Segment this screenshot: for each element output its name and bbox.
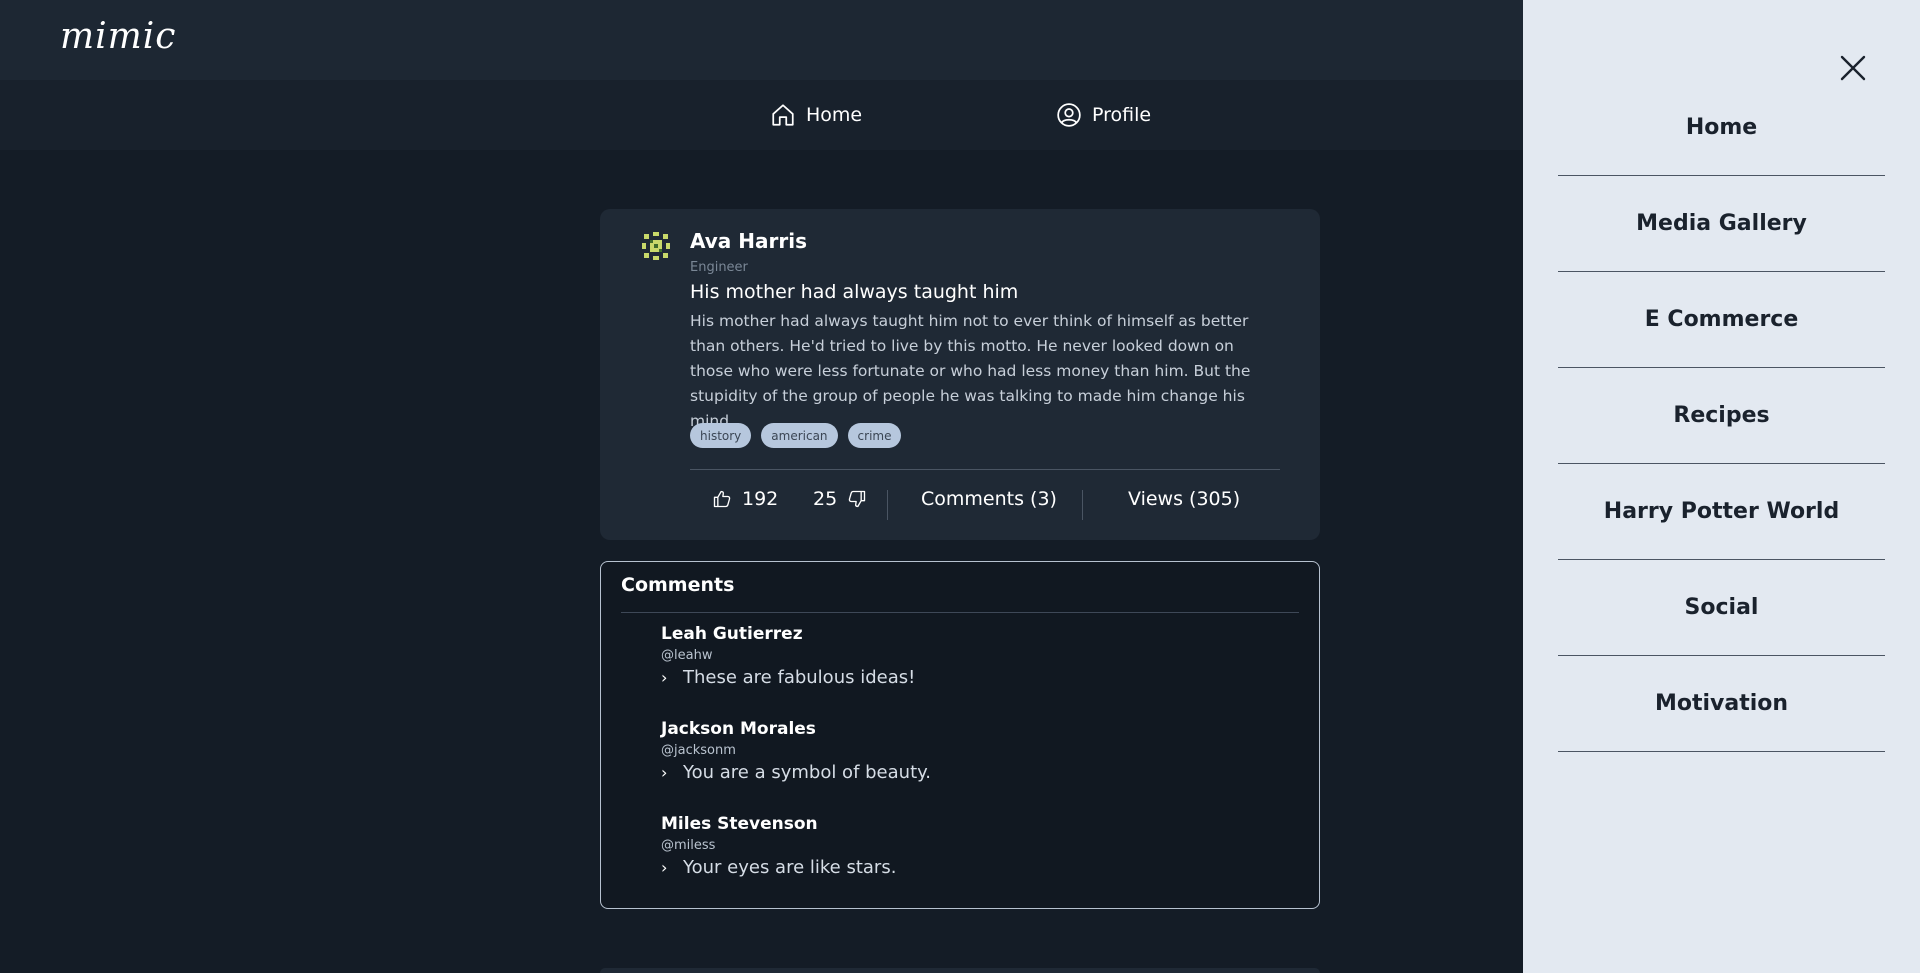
post-title: His mother had always taught him — [690, 281, 1019, 303]
comment-author-name[interactable]: Miles Stevenson — [661, 814, 1281, 834]
post-stats: 192 25 Comments (3) Views (305) — [690, 479, 1280, 520]
comment-item: Leah Gutierrez @leahw › These are fabulo… — [661, 624, 1281, 688]
tag-chip[interactable]: crime — [847, 423, 902, 448]
user-circle-icon — [1057, 103, 1081, 127]
top-header: mimic — [0, 0, 1523, 80]
drawer-item-social[interactable]: Social — [1558, 560, 1885, 656]
tag-chip[interactable]: history — [690, 423, 752, 448]
side-drawer: Home Media Gallery E Commerce Recipes Ha… — [1523, 0, 1920, 973]
post-body: His mother had always taught him not to … — [690, 312, 1251, 430]
thumbs-up-icon — [713, 490, 731, 508]
comment-body: These are fabulous ideas! — [683, 667, 916, 688]
comment-item: Jackson Morales @jacksonm › You are a sy… — [661, 719, 1281, 783]
comment-author-handle: @jacksonm — [661, 743, 736, 758]
avatar[interactable] — [641, 231, 671, 261]
drawer-item-recipes[interactable]: Recipes — [1558, 368, 1885, 464]
comment-author-name[interactable]: Leah Gutierrez — [661, 624, 1281, 644]
stats-separator — [887, 490, 888, 520]
like-count: 192 — [742, 488, 779, 510]
author-name[interactable]: Ava Harris — [690, 229, 807, 253]
thumbs-down-icon — [848, 490, 866, 508]
views-count: Views (305) — [1128, 488, 1241, 510]
nav-home-link[interactable]: Home — [770, 100, 862, 130]
comment-body: You are a symbol of beauty. — [683, 762, 931, 783]
drawer-item-e-commerce[interactable]: E Commerce — [1558, 272, 1885, 368]
chevron-right-icon: › — [661, 763, 668, 782]
like-button[interactable]: 192 — [712, 479, 778, 519]
dislike-button[interactable]: 25 — [813, 479, 867, 519]
main-nav: Home Profile — [0, 80, 1523, 150]
drawer-item-home[interactable]: Home — [1558, 80, 1885, 176]
app-logo[interactable]: mimic — [60, 16, 176, 57]
comment-text: › Your eyes are like stars. — [661, 857, 1281, 878]
drawer-item-motivation[interactable]: Motivation — [1558, 656, 1885, 752]
nav-profile-label: Profile — [1092, 104, 1152, 126]
dislike-count: 25 — [813, 488, 838, 510]
comment-author-handle: @miless — [661, 838, 716, 853]
nav-home-label: Home — [806, 104, 863, 126]
comments-divider — [621, 612, 1299, 613]
comment-author-name[interactable]: Jackson Morales — [661, 719, 1281, 739]
home-icon — [772, 104, 794, 126]
comments-count-button[interactable]: Comments (3) — [921, 479, 1057, 519]
comment-item: Miles Stevenson @miless › Your eyes are … — [661, 814, 1281, 878]
drawer-item-media-gallery[interactable]: Media Gallery — [1558, 176, 1885, 272]
stats-separator — [1082, 490, 1083, 520]
post-divider — [690, 469, 1280, 470]
comments-header: Comments — [621, 574, 735, 596]
tag-chip[interactable]: american — [761, 423, 838, 448]
comment-author-handle: @leahw — [661, 648, 713, 663]
comment-text: › These are fabulous ideas! — [661, 667, 1281, 688]
author-role: Engineer — [690, 260, 748, 275]
comment-body: Your eyes are like stars. — [683, 857, 897, 878]
next-post-card — [600, 968, 1320, 973]
chevron-right-icon: › — [661, 668, 668, 687]
comment-text: › You are a symbol of beauty. — [661, 762, 1281, 783]
chevron-right-icon: › — [661, 858, 668, 877]
comments-panel: Comments Leah Gutierrez @leahw › These a… — [600, 561, 1320, 909]
post-card: Ava Harris Engineer His mother had alway… — [600, 209, 1320, 540]
tag-list: history american crime — [690, 423, 902, 448]
drawer-item-harry-potter-world[interactable]: Harry Potter World — [1558, 464, 1885, 560]
nav-profile-link[interactable]: Profile — [1056, 100, 1151, 130]
